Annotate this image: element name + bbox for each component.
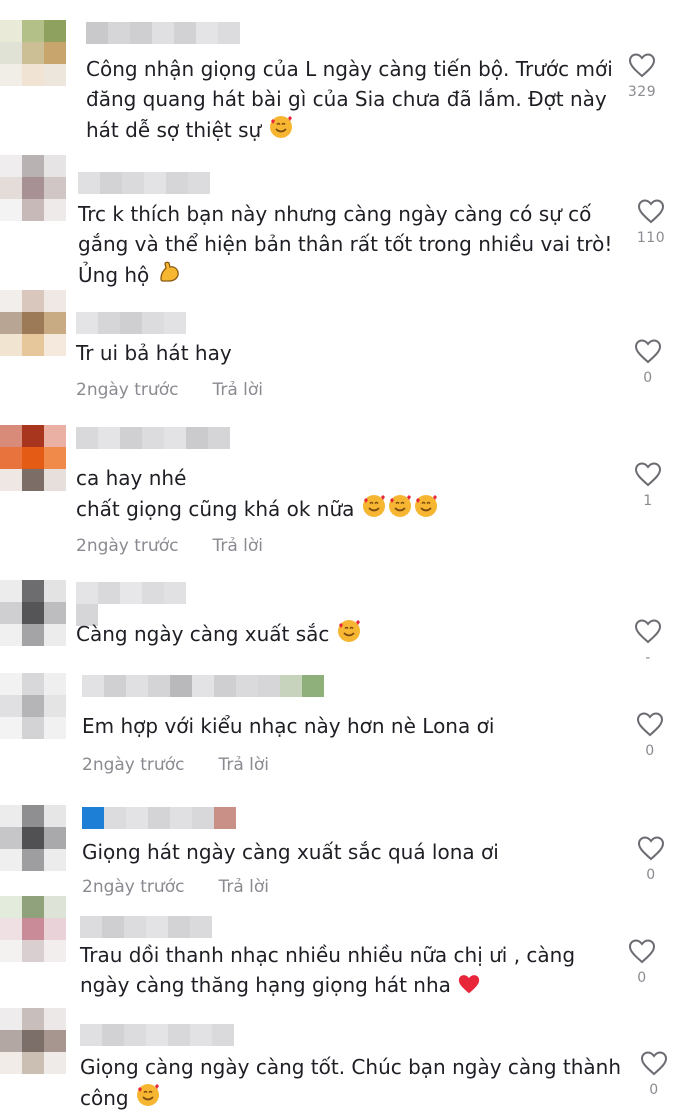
flexed-biceps-icon — [156, 259, 182, 293]
comment-timestamp: 2ngày trước — [76, 536, 179, 556]
like-count: 0 — [645, 743, 655, 759]
username-blurred[interactable] — [80, 916, 212, 938]
comment-item: Càng ngày càng xuất sắc - — [0, 580, 700, 670]
comment-text: Trc k thích bạn này nhưng càng ngày càng… — [78, 199, 612, 293]
username-blurred[interactable] — [76, 582, 206, 626]
like-count: 0 — [646, 867, 656, 883]
username-blurred[interactable] — [76, 312, 186, 334]
comment-item: Tr ui bả hát hay 2ngày trước Trả lời 0 — [0, 290, 700, 410]
reply-button[interactable]: Trả lời — [218, 877, 269, 897]
comment-item: Em hợp với kiểu nhạc này hơn nè Lona ơi … — [0, 673, 700, 793]
like-count: 0 — [637, 970, 647, 986]
username-blurred[interactable] — [78, 172, 210, 194]
like-count: 0 — [649, 1082, 659, 1098]
comment-text: Công nhận giọng của L ngày càng tiến bộ.… — [86, 54, 613, 148]
avatar[interactable] — [0, 896, 66, 962]
comment-text: Giọng hát ngày càng xuất sắc quá lona ơi — [82, 840, 499, 864]
username-blurred[interactable] — [76, 427, 230, 449]
like-count: 329 — [627, 84, 657, 100]
like-button[interactable]: 329 — [620, 52, 664, 100]
comment-timestamp: 2ngày trước — [82, 755, 185, 775]
username-blurred[interactable] — [80, 1024, 234, 1046]
comment-text: ca hay nhé chất giọng cũng khá ok nữa — [76, 463, 439, 527]
smiling-face-with-hearts-icon — [387, 493, 413, 527]
like-count: - — [645, 650, 651, 666]
username-blurred[interactable] — [82, 675, 324, 697]
comment-item: ca hay nhé chất giọng cũng khá ok nữa 2n… — [0, 425, 700, 575]
like-count: 1 — [643, 493, 653, 509]
smiling-face-with-hearts-icon — [336, 618, 362, 652]
heart-outline-icon — [637, 199, 665, 224]
heart-outline-icon — [637, 836, 665, 861]
like-button[interactable]: - — [626, 618, 670, 666]
avatar[interactable] — [0, 580, 66, 646]
avatar[interactable] — [0, 673, 66, 739]
heart-outline-icon — [634, 462, 662, 487]
heart-outline-icon — [634, 339, 662, 364]
heart-outline-icon — [634, 619, 662, 644]
heart-outline-icon — [636, 712, 664, 737]
smiling-face-with-hearts-icon — [361, 493, 387, 527]
smiling-face-with-hearts-icon — [135, 1082, 161, 1116]
comment-item: Trau dồi thanh nhạc nhiều nhiều nữa chị … — [0, 896, 700, 1001]
like-button[interactable]: 0 — [632, 1050, 676, 1098]
reply-button[interactable]: Trả lời — [212, 380, 263, 400]
smiling-face-with-hearts-icon — [413, 493, 439, 527]
heart-outline-icon — [628, 53, 656, 78]
like-button[interactable]: 0 — [620, 938, 664, 986]
comment-item: Giọng càng ngày càng tốt. Chúc bạn ngày … — [0, 1008, 700, 1118]
like-count: 110 — [636, 230, 666, 246]
comment-text: Càng ngày càng xuất sắc — [76, 618, 362, 652]
avatar[interactable] — [0, 155, 66, 221]
heart-outline-icon — [640, 1051, 668, 1076]
comment-timestamp: 2ngày trước — [76, 380, 179, 400]
comment-item: Trc k thích bạn này nhưng càng ngày càng… — [0, 155, 700, 287]
avatar[interactable] — [0, 20, 66, 86]
reply-button[interactable]: Trả lời — [212, 536, 263, 556]
reply-button[interactable]: Trả lời — [218, 755, 269, 775]
smiling-face-with-hearts-icon — [268, 114, 294, 148]
avatar[interactable] — [0, 1008, 66, 1074]
username-blurred[interactable] — [86, 22, 240, 44]
heart-outline-icon — [628, 939, 656, 964]
red-heart-icon — [457, 973, 481, 1003]
avatar[interactable] — [0, 425, 66, 491]
comment-list: Công nhận giọng của L ngày càng tiến bộ.… — [0, 0, 700, 1120]
like-button[interactable]: 0 — [629, 835, 673, 883]
avatar[interactable] — [0, 805, 66, 871]
username-blurred[interactable] — [82, 807, 236, 829]
comment-text: Trau dồi thanh nhạc nhiều nhiều nữa chị … — [80, 940, 575, 1003]
comment-item: Giọng hát ngày càng xuất sắc quá lona ơi… — [0, 805, 700, 900]
comment-timestamp: 2ngày trước — [82, 877, 185, 897]
like-button[interactable]: 110 — [629, 198, 673, 246]
like-count: 0 — [643, 370, 653, 386]
comment-text: Em hợp với kiểu nhạc này hơn nè Lona ơi — [82, 714, 495, 738]
comment-text: Giọng càng ngày càng tốt. Chúc bạn ngày … — [80, 1052, 621, 1116]
like-button[interactable]: 0 — [628, 711, 672, 759]
like-button[interactable]: 0 — [626, 338, 670, 386]
comment-item: Công nhận giọng của L ngày càng tiến bộ.… — [0, 20, 700, 142]
comment-text: Tr ui bả hát hay — [76, 341, 232, 365]
avatar[interactable] — [0, 290, 66, 356]
like-button[interactable]: 1 — [626, 461, 670, 509]
